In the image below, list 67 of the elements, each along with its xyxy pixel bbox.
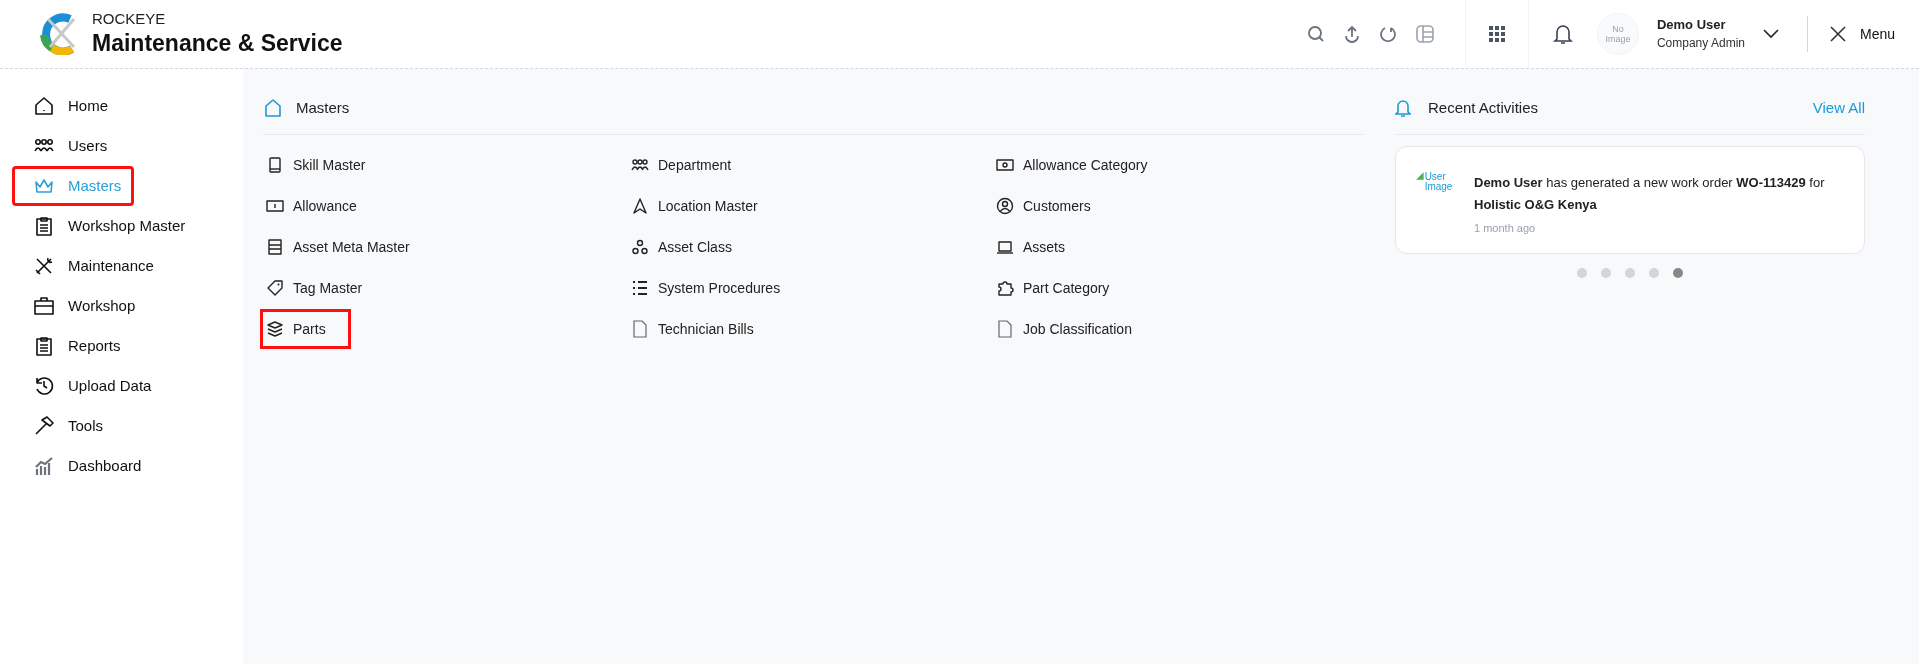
menu-button[interactable]: Menu (1825, 23, 1919, 45)
circles-icon (631, 238, 649, 256)
section-title: Masters (296, 98, 350, 118)
image-alt-text: User Image (1424, 171, 1454, 192)
file-icon (631, 320, 649, 338)
master-link[interactable]: Tag Master (260, 268, 388, 308)
laptop-icon (996, 238, 1014, 256)
bell-icon (1395, 98, 1411, 119)
master-link[interactable]: System Procedures (625, 268, 806, 308)
list-icon (266, 238, 284, 256)
sidebar-item[interactable]: Tools (12, 406, 117, 446)
sidebar-item[interactable]: Dashboard (12, 446, 155, 486)
sidebar-item[interactable]: Home (12, 86, 121, 126)
master-link[interactable]: Location Master (625, 186, 783, 226)
tag-icon (266, 279, 284, 297)
book-icon (266, 156, 284, 174)
master-link[interactable]: Department (625, 145, 757, 185)
user-name: Demo User (1656, 16, 1727, 34)
home-icon (33, 95, 55, 117)
chevron-down-icon[interactable] (1762, 29, 1779, 39)
banknote-icon (266, 197, 284, 215)
file-icon (996, 320, 1014, 338)
master-link[interactable]: Parts (260, 309, 351, 349)
checklist-icon (631, 279, 649, 297)
activity-time: 1 month ago (1474, 220, 1537, 236)
sidebar-item[interactable]: Maintenance (12, 246, 167, 286)
app-title: Maintenance & Service (92, 29, 343, 58)
master-link[interactable]: Asset Class (625, 227, 757, 267)
puzzle-icon (996, 279, 1014, 297)
master-link[interactable]: Allowance (260, 186, 382, 226)
master-link[interactable]: Skill Master (260, 145, 391, 185)
activity-text: Demo User has generated a new work order WO-113429 for Holistic O&G Kenya (1474, 173, 1826, 214)
upload-icon[interactable] (1342, 25, 1361, 43)
layers-icon (266, 320, 284, 338)
clipboard-icon (33, 215, 55, 237)
user-role: Company Admin (1656, 36, 1745, 52)
sidebar-item[interactable]: Workshop Master (12, 206, 199, 246)
user-circle-icon (996, 197, 1014, 215)
sidebar-item[interactable]: Workshop (12, 286, 149, 326)
master-link[interactable]: Assets (990, 227, 1090, 267)
master-link[interactable]: Customers (990, 186, 1116, 226)
broken-image-icon (1416, 171, 1424, 180)
banknote-icon (996, 156, 1014, 174)
navigation-icon (631, 197, 649, 215)
refresh-icon[interactable] (1378, 25, 1397, 43)
section-title: Recent Activities (1428, 98, 1539, 118)
master-link[interactable]: Technician Bills (625, 309, 779, 349)
sidebar-item[interactable]: Reports (12, 326, 134, 366)
sidebar-item[interactable]: Users (12, 126, 121, 166)
hammer-icon (33, 415, 55, 437)
clipboard-icon (33, 335, 55, 357)
master-link[interactable]: Part Category (990, 268, 1135, 308)
history-icon (33, 375, 55, 397)
tools-icon (33, 255, 55, 277)
bar-chart-icon (33, 455, 55, 477)
master-link[interactable]: Job Classification (990, 309, 1157, 349)
search-icon[interactable] (1306, 25, 1325, 43)
home-icon (264, 98, 282, 119)
briefcase-icon (33, 295, 55, 317)
bell-icon[interactable] (1552, 23, 1573, 45)
master-link[interactable]: Asset Meta Master (260, 227, 435, 267)
close-icon (1829, 26, 1846, 42)
brand-name: ROCKEYE (92, 10, 167, 29)
master-link[interactable]: Allowance Category (990, 145, 1173, 185)
layout-icon[interactable] (1414, 24, 1435, 44)
sidebar-item[interactable]: Upload Data (12, 366, 165, 406)
apps-grid-icon[interactable] (1487, 25, 1506, 43)
